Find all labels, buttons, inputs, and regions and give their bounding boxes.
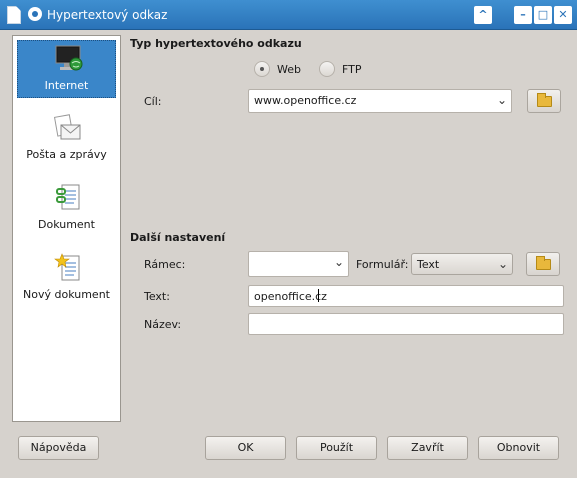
- new-document-icon: [54, 253, 80, 281]
- sidebar-item-label: Pošta a zprávy: [26, 148, 107, 161]
- target-label: Cíl:: [144, 95, 162, 108]
- folder-icon: [537, 93, 552, 107]
- chevron-down-icon[interactable]: ⌄: [334, 255, 344, 269]
- mail-icon: [54, 114, 81, 140]
- reset-button[interactable]: Obnovit: [478, 436, 559, 460]
- sidebar-item-document[interactable]: Dokument: [17, 180, 116, 238]
- text-cursor: [318, 289, 319, 302]
- web-radio-label[interactable]: Web: [277, 63, 301, 76]
- maximize-button[interactable]: □: [534, 6, 552, 24]
- text-value: openoffice.cz: [254, 290, 327, 303]
- sidebar-item-new-document[interactable]: Nový dokument: [17, 250, 116, 308]
- sidebar-item-internet[interactable]: Internet: [17, 40, 116, 98]
- chevron-down-icon[interactable]: ⌄: [497, 93, 507, 107]
- name-input[interactable]: [248, 313, 564, 335]
- hyperlink-type-heading: Typ hypertextového odkazu: [130, 37, 302, 50]
- ok-button[interactable]: OK: [205, 436, 286, 460]
- hyperlink-type-sidebar: Internet Pošta a zprávy Dokument Nový do…: [12, 35, 121, 422]
- sidebar-item-mail[interactable]: Pošta a zprávy: [17, 110, 116, 168]
- form-value: Text: [417, 258, 440, 271]
- minimize-button[interactable]: –: [514, 6, 532, 24]
- internet-icon: [55, 45, 83, 71]
- sidebar-item-label: Nový dokument: [23, 288, 110, 301]
- target-url-value: www.openoffice.cz: [254, 94, 357, 107]
- close-window-button[interactable]: ✕: [554, 6, 572, 24]
- window-menu-icon[interactable]: [28, 7, 42, 21]
- open-file-button[interactable]: [527, 89, 561, 113]
- events-button[interactable]: [526, 252, 560, 276]
- ftp-radio-label[interactable]: FTP: [342, 63, 362, 76]
- chevron-down-icon: ⌄: [497, 257, 508, 271]
- apply-button[interactable]: Použít: [296, 436, 377, 460]
- close-button[interactable]: Zavřít: [387, 436, 468, 460]
- form-select[interactable]: Text ⌄: [411, 253, 513, 275]
- target-url-combobox[interactable]: www.openoffice.cz ⌄: [248, 89, 512, 113]
- help-button[interactable]: Nápověda: [18, 436, 99, 460]
- text-label: Text:: [144, 290, 170, 303]
- frame-label: Rámec:: [144, 258, 186, 271]
- web-radio[interactable]: [254, 61, 270, 77]
- text-input[interactable]: openoffice.cz: [248, 285, 564, 307]
- ftp-radio[interactable]: [319, 61, 335, 77]
- frame-combobox[interactable]: ⌄: [248, 251, 349, 277]
- name-label: Název:: [144, 318, 182, 331]
- sidebar-item-label: Internet: [44, 79, 89, 92]
- sidebar-item-label: Dokument: [38, 218, 95, 231]
- further-settings-heading: Další nastavení: [130, 231, 226, 244]
- window-title: Hypertextový odkaz: [47, 8, 168, 22]
- document-icon: [56, 184, 80, 210]
- document-app-icon: [7, 6, 21, 24]
- form-label: Formulář:: [356, 258, 409, 271]
- title-bar: Hypertextový odkaz ^ – □ ✕: [0, 0, 577, 30]
- folder-gear-icon: [536, 256, 551, 270]
- shade-button[interactable]: ^: [474, 6, 492, 24]
